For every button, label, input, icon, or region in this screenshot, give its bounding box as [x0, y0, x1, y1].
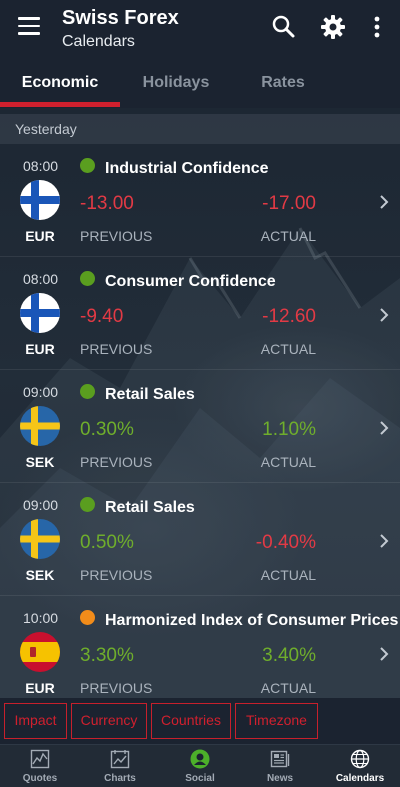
event-list: 08:00 EUR Industrial Confidence -13.00 -… [0, 144, 400, 709]
tab-economic[interactable]: Economic [0, 74, 120, 92]
nav-label: Quotes [22, 773, 58, 784]
nav-charts[interactable]: Charts [80, 745, 160, 787]
event-currency: EUR [25, 341, 55, 357]
actual-label: ACTUAL [260, 567, 316, 583]
finland-flag-icon [20, 180, 60, 220]
event-name: Retail Sales [105, 386, 195, 403]
previous-value: 0.50% [80, 532, 134, 553]
actual-label: ACTUAL [260, 228, 316, 244]
actual-value: -0.40% [255, 532, 316, 553]
search-icon[interactable] [271, 14, 297, 40]
event-currency: EUR [25, 680, 55, 696]
currency-filter-button[interactable]: Currency [71, 703, 147, 739]
nav-news[interactable]: News [240, 745, 320, 787]
filter-bar: Impact Currency Countries Timezone [0, 698, 400, 744]
impact-indicator [80, 497, 95, 512]
news-icon [270, 750, 290, 768]
event-time: 09:00 [23, 497, 59, 513]
actual-label: ACTUAL [260, 454, 316, 470]
impact-indicator [80, 158, 95, 173]
actual-value: 1.10% [262, 419, 316, 440]
event-name: Retail Sales [105, 499, 195, 516]
chevron-right-icon[interactable] [378, 194, 390, 210]
event-row[interactable]: 08:00 EUR Consumer Confidence -9.40 -12.… [0, 257, 400, 370]
tab-bar: Economic Holidays Rates [0, 60, 400, 108]
event-row[interactable]: 10:00 EUR Harmonized Index of Consumer P… [0, 596, 400, 709]
event-currency: EUR [25, 228, 55, 244]
event-currency: SEK [25, 454, 55, 470]
event-row[interactable]: 09:00 SEK Retail Sales 0.30% 1.10% PREVI… [0, 370, 400, 483]
more-vertical-icon[interactable] [366, 14, 392, 40]
previous-label: PREVIOUS [80, 228, 153, 244]
impact-indicator [80, 610, 95, 625]
previous-label: PREVIOUS [80, 567, 153, 583]
chevron-right-icon[interactable] [378, 420, 390, 436]
actual-value: 3.40% [262, 645, 316, 666]
countries-filter-button[interactable]: Countries [151, 703, 231, 739]
chevron-right-icon[interactable] [378, 307, 390, 323]
chevron-right-icon[interactable] [378, 646, 390, 662]
app-bar: Swiss Forex Calendars [0, 0, 400, 60]
nav-label: Charts [104, 773, 136, 784]
charts-icon [110, 750, 130, 769]
social-user-icon [190, 749, 210, 769]
sweden-flag-icon [20, 519, 60, 559]
spain-flag-icon [20, 632, 60, 672]
sweden-flag-icon [20, 406, 60, 446]
gear-icon[interactable] [320, 14, 346, 40]
nav-quotes[interactable]: Quotes [0, 745, 80, 787]
app-subtitle: Calendars [62, 33, 135, 50]
timezone-filter-button[interactable]: Timezone [235, 703, 318, 739]
actual-value: -12.60 [262, 306, 316, 327]
active-tab-indicator [0, 102, 120, 107]
finland-flag-icon [20, 293, 60, 333]
event-name: Harmonized Index of Consumer Prices [105, 612, 399, 629]
section-header: Yesterday [0, 114, 400, 144]
globe-icon [350, 749, 370, 769]
event-time: 10:00 [23, 610, 59, 626]
actual-value: -17.00 [262, 193, 316, 214]
nav-label: News [266, 773, 294, 784]
previous-value: 3.30% [80, 645, 134, 666]
quotes-chart-icon [30, 749, 50, 769]
event-name: Consumer Confidence [105, 273, 276, 290]
event-time: 08:00 [23, 158, 59, 174]
previous-value: 0.30% [80, 419, 134, 440]
impact-filter-button[interactable]: Impact [4, 703, 67, 739]
bottom-navigation: Quotes Charts Social News Calendars [0, 744, 400, 787]
event-name: Industrial Confidence [105, 160, 269, 177]
impact-indicator [80, 271, 95, 286]
event-time: 09:00 [23, 384, 59, 400]
chevron-right-icon[interactable] [378, 533, 390, 549]
previous-label: PREVIOUS [80, 454, 153, 470]
previous-label: PREVIOUS [80, 341, 153, 357]
app-title: Swiss Forex [62, 7, 179, 29]
nav-label: Social [185, 773, 215, 784]
actual-label: ACTUAL [260, 680, 316, 696]
previous-value: -13.00 [80, 193, 134, 214]
previous-value: -9.40 [80, 306, 124, 327]
nav-social[interactable]: Social [160, 745, 240, 787]
actual-label: ACTUAL [260, 341, 316, 357]
tab-holidays[interactable]: Holidays [120, 74, 232, 92]
event-time: 08:00 [23, 271, 59, 287]
event-row[interactable]: 08:00 EUR Industrial Confidence -13.00 -… [0, 144, 400, 257]
event-currency: SEK [25, 567, 55, 583]
hamburger-menu-icon[interactable] [18, 17, 40, 35]
nav-label: Calendars [335, 773, 385, 784]
event-row[interactable]: 09:00 SEK Retail Sales 0.50% -0.40% PREV… [0, 483, 400, 596]
tab-rates[interactable]: Rates [232, 74, 334, 92]
nav-calendars[interactable]: Calendars [320, 745, 400, 787]
section-label: Yesterday [15, 121, 77, 137]
impact-indicator [80, 384, 95, 399]
previous-label: PREVIOUS [80, 680, 153, 696]
